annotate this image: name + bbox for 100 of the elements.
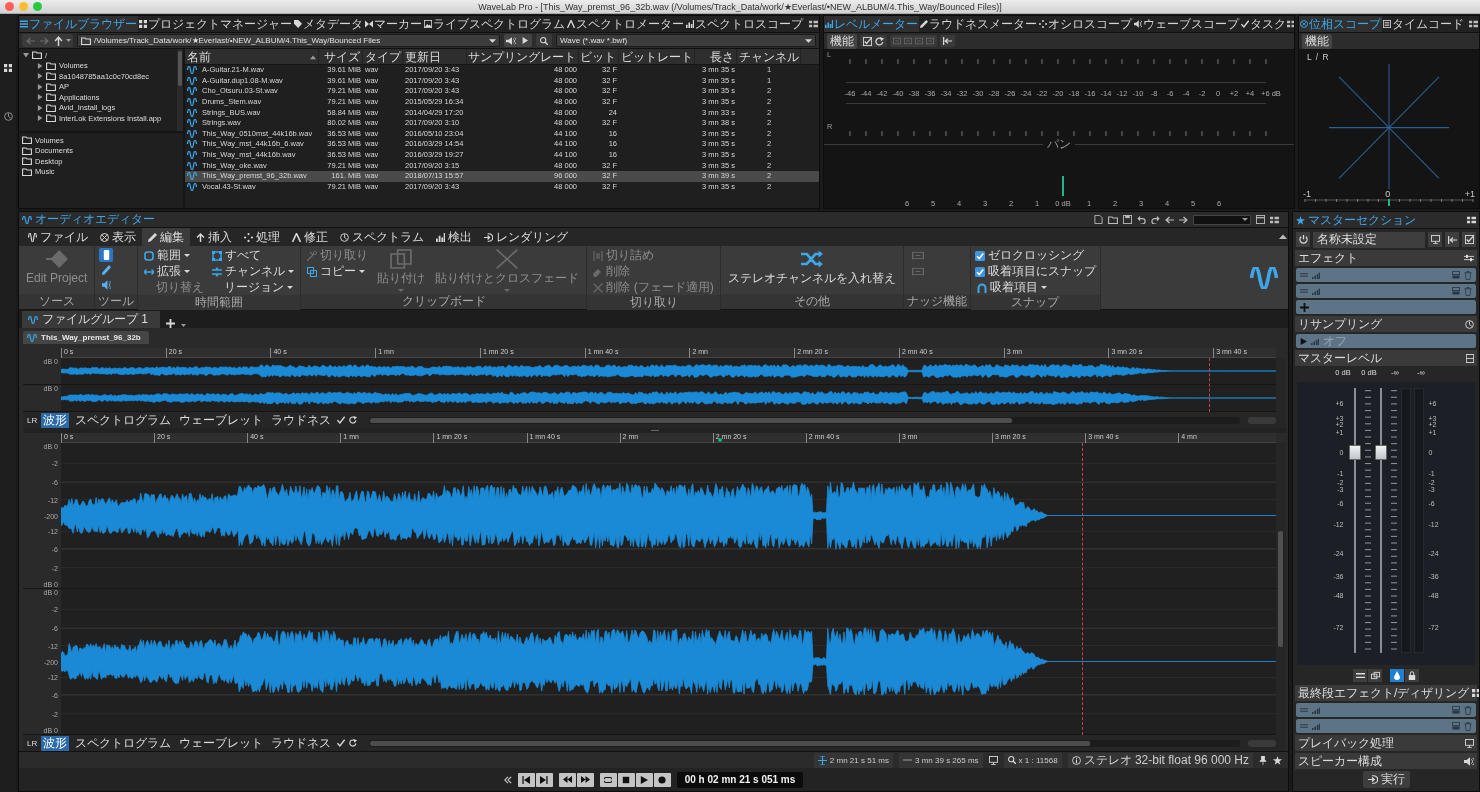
transport-button[interactable]: [599, 772, 617, 787]
toggle-button[interactable]: [1405, 668, 1419, 682]
transport-button[interactable]: [535, 772, 553, 787]
vertical-scrollbar[interactable]: [1276, 443, 1286, 735]
ribbon-button[interactable]: リージョン: [210, 280, 297, 295]
view-tab[interactable]: ウェーブレット: [177, 412, 266, 428]
function-button[interactable]: 機能: [827, 33, 857, 49]
expand-arrow-icon[interactable]: [37, 62, 43, 69]
panel-menu-icon[interactable]: [1469, 20, 1478, 28]
ribbon-tab[interactable]: 検出: [430, 228, 478, 246]
transport-button[interactable]: [576, 772, 594, 787]
panel-menu-icon[interactable]: [1467, 216, 1476, 224]
ribbon-button[interactable]: 吸着項目: [974, 280, 1096, 295]
panel-tab[interactable]: ライブスペクトログラム: [423, 16, 566, 32]
arrow-bar-icon[interactable]: [943, 37, 952, 45]
checkbox-icon[interactable]: [863, 36, 872, 46]
ribbon-button[interactable]: コピー: [305, 264, 371, 279]
caret-up-icon[interactable]: [1279, 234, 1287, 240]
section-header[interactable]: スピーカー構成: [1295, 753, 1477, 769]
file-group-tab[interactable]: ファイルグループ 1: [22, 311, 160, 328]
fader-track[interactable]: [1348, 388, 1361, 653]
ribbon-tab[interactable]: レンダリング: [478, 228, 574, 246]
panel-tab[interactable]: ラウドネスメーター: [919, 16, 1038, 32]
ribbon-button[interactable]: チャンネル: [210, 264, 297, 279]
panel-tab[interactable]: ファイルブラウザー: [19, 16, 138, 32]
ribbon-tab[interactable]: ファイル: [22, 228, 94, 246]
expand-arrow-icon[interactable]: [37, 115, 43, 122]
view-tab[interactable]: スペクトログラム: [73, 412, 174, 428]
horizontal-scrollbar[interactable]: [369, 739, 1240, 747]
expand-arrow-icon[interactable]: [23, 52, 29, 59]
tool-button[interactable]: [99, 263, 114, 277]
path-field[interactable]: /Volumes/Track_Data/work/★Everlast/•NEW_ALBUM/4.This_Way/Bounced Files: [77, 34, 500, 47]
panel-tab[interactable]: プロジェクトマネージャー: [138, 16, 293, 32]
fader-handle[interactable]: [1374, 444, 1387, 460]
grid-icon[interactable]: [4, 64, 12, 72]
checkbox[interactable]: [974, 266, 985, 277]
ribbon-button[interactable]: 範囲: [142, 248, 207, 263]
view-tab[interactable]: ウェーブレット: [177, 735, 266, 751]
expand-arrow-icon[interactable]: [37, 94, 43, 101]
expand-arrow-icon[interactable]: [37, 83, 43, 90]
panel-tab[interactable]: スペクトロメーター: [566, 16, 685, 32]
toggle-button[interactable]: [1353, 668, 1367, 682]
view-tab[interactable]: 波形: [41, 412, 70, 428]
panel-tab[interactable]: レベルメーター: [824, 16, 919, 32]
column-header[interactable]: チャンネル: [737, 49, 801, 65]
column-header[interactable]: 長さ: [695, 49, 737, 65]
fader-handle[interactable]: [1348, 444, 1361, 460]
search-button[interactable]: [536, 34, 552, 47]
view-tab[interactable]: スペクトログラム: [73, 735, 174, 751]
tool-button[interactable]: [99, 248, 114, 262]
snap-option[interactable]: ゼロクロッシング: [974, 248, 1096, 263]
window-icon[interactable]: [1256, 215, 1265, 224]
folder-icon[interactable]: [1108, 215, 1118, 224]
view-tab[interactable]: 波形: [41, 735, 70, 751]
up-button[interactable]: [52, 34, 65, 47]
panel-menu-icon[interactable]: [1270, 215, 1279, 224]
panel-tab[interactable]: 位相スコープ: [1299, 16, 1382, 32]
power-button[interactable]: [1296, 232, 1310, 247]
view-tab[interactable]: ラウドネス: [269, 735, 334, 751]
panel-tab[interactable]: メタデータ: [293, 16, 364, 32]
column-header[interactable]: 更新日: [403, 49, 467, 65]
refresh-icon[interactable]: [349, 739, 358, 747]
file-tab[interactable]: This_Way_premst_96_32b: [23, 331, 149, 344]
preset-field[interactable]: 名称未設定: [1313, 231, 1425, 248]
undo-icon[interactable]: [1137, 215, 1146, 224]
transport-button[interactable]: [635, 772, 653, 787]
ribbon-button[interactable]: 拡張: [142, 264, 207, 279]
import-button[interactable]: [1445, 232, 1459, 247]
vertical-scrollbar[interactable]: [177, 49, 183, 131]
column-header[interactable]: ビット: [579, 49, 619, 65]
redo-icon[interactable]: [1151, 215, 1160, 224]
panel-tab[interactable]: マーカー: [364, 16, 423, 32]
panel-tab[interactable]: ウェーブスコープ: [1133, 16, 1240, 32]
document-icon[interactable]: [1094, 215, 1103, 224]
arrow-right-icon[interactable]: [1179, 215, 1188, 224]
clock-icon[interactable]: [3, 112, 13, 121]
checkbox[interactable]: [974, 250, 985, 261]
column-header[interactable]: 名前: [185, 49, 319, 65]
tool-button[interactable]: [99, 278, 114, 292]
column-header[interactable]: ビットレート: [619, 49, 695, 65]
panel-tab[interactable]: タスク: [1240, 16, 1287, 32]
column-header[interactable]: サイズ: [319, 49, 363, 65]
expand-arrow-icon[interactable]: [37, 104, 43, 111]
expand-arrow-icon[interactable]: [37, 73, 43, 80]
fader-track[interactable]: [1374, 388, 1387, 653]
section-header[interactable]: リサンプリング: [1295, 316, 1477, 332]
ribbon-tab[interactable]: 修正: [286, 228, 334, 246]
file-type-dropdown[interactable]: Wave (*.wav *.bwf): [556, 34, 816, 47]
transport-button[interactable]: [558, 772, 576, 787]
snap-option[interactable]: 吸着項目にスナップ: [974, 264, 1096, 279]
pin-icon[interactable]: [1259, 755, 1267, 765]
vertical-scrollbar[interactable]: [1276, 358, 1286, 412]
panel-tab[interactable]: スペクトロスコープ: [685, 16, 804, 32]
horizontal-scrollbar[interactable]: [369, 416, 1240, 424]
ribbon-button[interactable]: すべて: [210, 248, 297, 263]
function-button[interactable]: 機能: [1302, 33, 1332, 49]
star-icon[interactable]: [1273, 755, 1282, 765]
dropdown-field[interactable]: [1193, 214, 1251, 225]
ribbon-tab[interactable]: スペクトラム: [334, 228, 430, 246]
ribbon-tab[interactable]: 処理: [238, 228, 286, 246]
